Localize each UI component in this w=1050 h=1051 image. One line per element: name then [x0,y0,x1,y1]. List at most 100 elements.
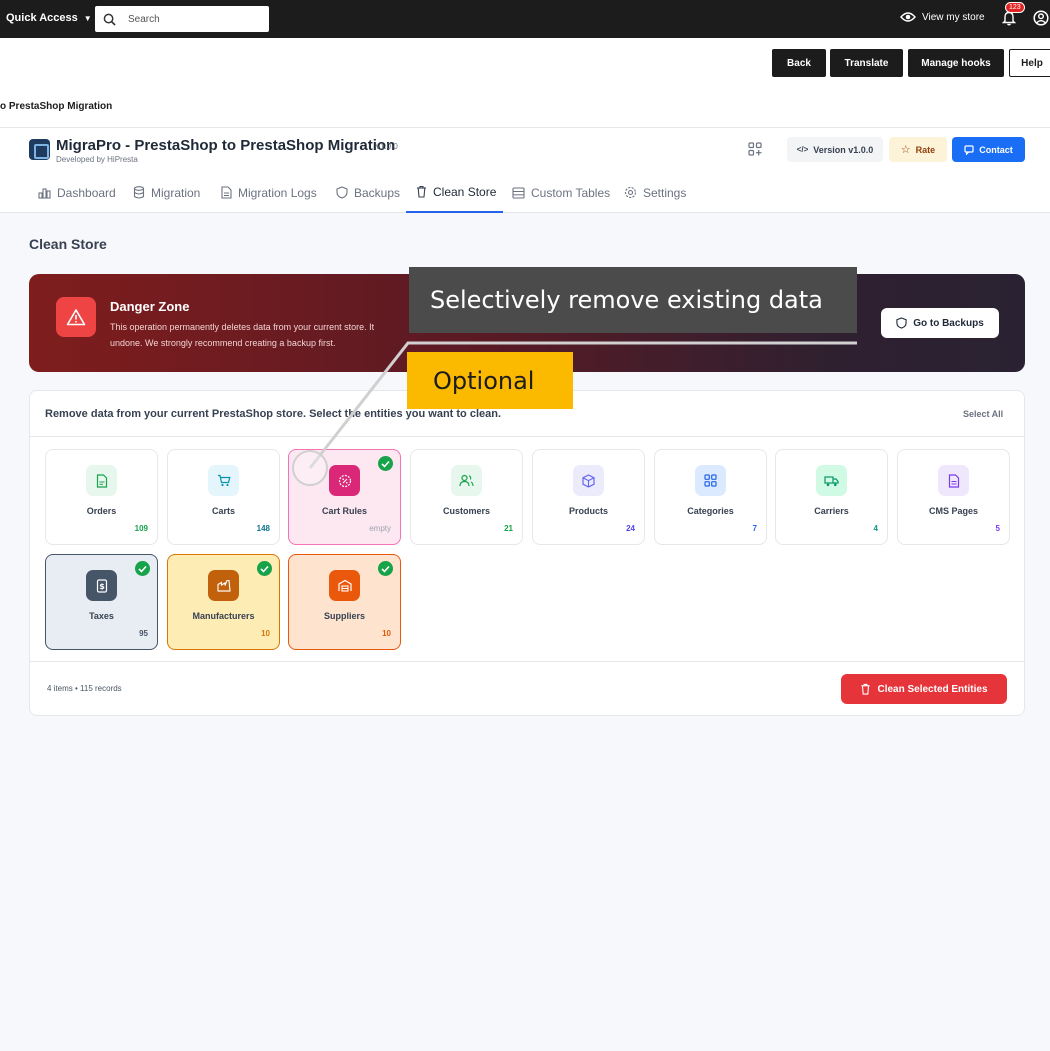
panel-description: Remove data from your current PrestaShop… [45,408,502,420]
entity-count: 10 [382,629,391,638]
divider [30,661,1024,662]
entity-card-customers[interactable]: Customers 21 [410,449,523,545]
search-placeholder: Search [128,13,160,25]
module-header: MigraPro - PrestaShop to PrestaShop Migr… [0,128,1050,213]
divider [30,436,1024,437]
tab-migration-logs[interactable]: Migration Logs [221,172,317,213]
check-icon [378,561,393,576]
cart-icon [208,465,239,496]
caret-down-icon: ▼ [83,13,92,23]
view-store-link[interactable]: View my store [900,11,985,23]
entity-count: 148 [256,524,270,533]
entity-count: empty [369,524,391,533]
entities-panel: Remove data from your current PrestaShop… [29,390,1025,716]
entity-count: 5 [995,524,1000,533]
entity-name: Taxes [89,611,114,621]
tab-label: Backups [354,185,401,200]
manage-hooks-button[interactable]: Manage hooks [908,49,1004,77]
entity-count: 4 [873,524,878,533]
callout-optional: Optional [407,352,573,409]
entity-card-suppliers[interactable]: Suppliers 10 [288,554,401,650]
rate-button[interactable]: ☆ Rate [889,137,947,162]
clean-selected-label: Clean Selected Entities [877,683,988,695]
entity-card-carriers[interactable]: Carriers 4 [775,449,888,545]
tab-clean-store[interactable]: Clean Store [406,172,503,213]
receipt-icon: $ [86,570,117,601]
view-store-label: View my store [922,11,985,23]
module-version: v1.0.0 [376,142,398,151]
module-tabs: Dashboard Migration Migration Logs Backu… [0,172,1050,213]
top-bar: Quick Access ▼ Search View my store 123 [0,0,1050,38]
version-button-label: Version v1.0.0 [813,144,874,155]
contact-button[interactable]: Contact [952,137,1025,162]
entity-card-taxes[interactable]: $ Taxes 95 [45,554,158,650]
page-title: Clean Store [29,236,107,252]
entity-card-orders[interactable]: Orders 109 [45,449,158,545]
quick-access-menu[interactable]: Quick Access ▼ [6,12,92,24]
quick-access-label: Quick Access [6,12,78,24]
tab-label: Clean Store [433,184,497,199]
tab-label: Settings [643,185,687,200]
entity-count: 95 [139,629,148,638]
tab-custom-tables[interactable]: Custom Tables [512,172,610,213]
document-icon [938,465,969,496]
back-button[interactable]: Back [772,49,826,77]
select-all-link[interactable]: Select All [963,409,1003,419]
tab-backups[interactable]: Backups [336,172,400,213]
tab-dashboard[interactable]: Dashboard [38,172,116,213]
translate-button[interactable]: Translate [830,49,903,77]
entity-card-manufacturers[interactable]: Manufacturers 10 [167,554,280,650]
tab-label: Migration Logs [238,185,317,200]
rate-button-label: Rate [915,144,936,155]
module-developer: Developed by HiPresta [56,155,138,164]
selection-summary: 4 items • 115 records [47,684,122,693]
entity-card-categories[interactable]: Categories 7 [654,449,767,545]
code-icon: </> [796,145,809,154]
page-header: Back Translate Manage hooks Help o Prest… [0,38,1050,128]
danger-zone-text: This operation permanently deletes data … [110,319,420,351]
entity-name: Carriers [814,506,849,516]
entity-name: CMS Pages [928,506,979,516]
chat-icon [964,144,974,155]
notification-badge: 123 [1005,2,1025,13]
tab-label: Custom Tables [531,185,611,200]
tab-migration[interactable]: Migration [133,172,200,213]
box-icon [573,465,604,496]
help-button[interactable]: Help [1009,49,1050,77]
apps-grid-icon[interactable] [748,142,762,156]
tab-settings[interactable]: Settings [624,172,686,213]
entity-card-cms-pages[interactable]: CMS Pages 5 [897,449,1010,545]
truck-icon [816,465,847,496]
file-icon [86,465,117,496]
shield-icon [896,317,907,329]
grid-icon [695,465,726,496]
badge-percent-icon [329,465,360,496]
check-icon [257,561,272,576]
search-input[interactable]: Search [95,6,269,32]
clean-selected-button[interactable]: Clean Selected Entities [841,674,1007,704]
search-icon [103,13,116,26]
entity-card-products[interactable]: Products 24 [532,449,645,545]
version-button[interactable]: </> Version v1.0.0 [787,137,883,162]
entity-card-cart-rules[interactable]: Cart Rules empty [288,449,401,545]
module-logo [29,139,50,160]
bar-chart-icon [38,187,51,199]
callout-main-text: Selectively remove existing data [430,286,823,314]
gear-icon [624,186,637,199]
tab-label: Dashboard [57,185,116,200]
entity-name: Cart Rules [321,506,367,516]
entity-name: Suppliers [323,611,365,621]
warehouse-icon [329,570,360,601]
warning-icon [56,297,96,337]
entity-card-carts[interactable]: Carts 148 [167,449,280,545]
file-text-icon [221,186,232,199]
entity-name: Manufacturers [192,611,255,621]
users-icon [451,465,482,496]
go-to-backups-button[interactable]: Go to Backups [881,308,999,338]
user-icon[interactable] [1033,10,1049,26]
danger-zone-line: undone. We strongly recommend creating a… [110,338,336,348]
svg-text:$: $ [99,582,105,591]
shield-icon [336,186,348,199]
callout-main: Selectively remove existing data [409,267,857,333]
trash-icon [417,185,426,198]
